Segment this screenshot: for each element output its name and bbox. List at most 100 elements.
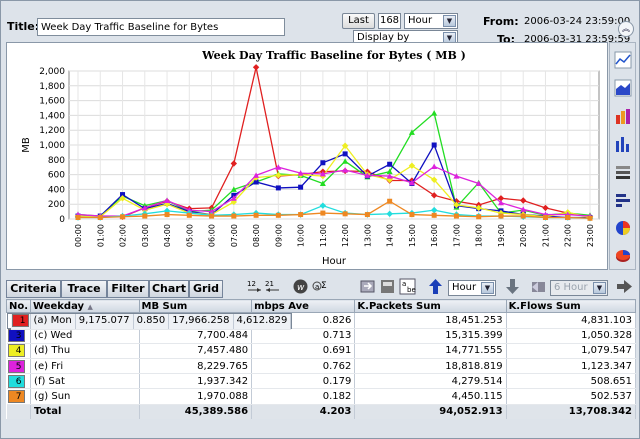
chart-title: Week Day Traffic Baseline for Bytes ( MB… <box>201 49 466 62</box>
refresh-icon[interactable] <box>359 278 376 295</box>
y-tick-label: 1,000 <box>39 141 65 151</box>
table-row[interactable]: 7 (g) Sun 1,970.088 0.182 4,450.115 502.537 <box>6 388 637 405</box>
sort-ascending-icon[interactable]: 12 <box>246 278 263 295</box>
tab-chart[interactable]: Chart <box>149 280 189 298</box>
x-tick-label: 04:00 <box>163 224 172 247</box>
3d-bar-chart-icon[interactable] <box>614 107 632 125</box>
rollup-icon[interactable] <box>530 278 547 295</box>
x-tick-label: 22:00 <box>564 224 573 247</box>
last-button[interactable]: Last <box>342 13 375 29</box>
svg-text:w: w <box>297 283 305 293</box>
weekday-cell: (c) Wed <box>30 328 140 344</box>
mb-sum-cell: 1,970.088 <box>139 388 253 405</box>
weekday-cell: (g) Sun <box>30 388 140 405</box>
x-tick-label: 08:00 <box>252 224 261 247</box>
series-color-swatch: 7 <box>7 390 25 404</box>
row-number-cell: 6 <box>6 373 32 390</box>
interval-select[interactable]: Hour ▼ <box>448 280 496 296</box>
title-label: Title: <box>7 20 40 33</box>
collapse-up-button[interactable]: ︽ <box>618 21 634 37</box>
stacked-chart-icon[interactable] <box>614 163 632 181</box>
weekday-cell: (d) Thu <box>30 343 140 360</box>
area-chart-icon[interactable] <box>614 79 632 97</box>
x-tick-label: 01:00 <box>96 224 105 247</box>
col-header-kflows-sum[interactable]: K.Flows Sum <box>505 299 637 313</box>
pie-chart-icon[interactable] <box>614 219 632 237</box>
traffic-line-chart: Week Day Traffic Baseline for Bytes ( MB… <box>21 49 600 267</box>
line-chart-icon[interactable] <box>614 51 632 69</box>
col-header-kpackets-sum[interactable]: K.Packets Sum <box>354 299 507 313</box>
x-tick-label: 23:00 <box>586 224 595 247</box>
x-tick-label: 00:00 <box>74 224 83 247</box>
x-tick-label: 19:00 <box>497 224 506 247</box>
arrow-right-icon[interactable] <box>616 278 633 295</box>
columns-icon[interactable] <box>379 278 396 295</box>
kpackets-sum-cell: 17,966.258 <box>168 314 234 330</box>
y-tick-label: 2,000 <box>39 67 65 77</box>
table-row[interactable]: 3 (c) Wed 7,700.484 0.713 15,315.399 1,050.32… <box>6 328 637 344</box>
mbps-ave-cell: 0.182 <box>251 388 356 405</box>
sum-icon[interactable]: aΣ <box>312 278 329 295</box>
data-point-gsun <box>587 215 593 221</box>
chevron-down-icon: ▼ <box>593 282 606 294</box>
last-count-input[interactable]: 168 <box>378 13 401 29</box>
col-header-weekday[interactable]: Weekday ▲ <box>30 299 140 313</box>
table-row[interactable]: 5 (e) Fri 8,229.765 0.762 18,818.819 1,123.34… <box>6 358 637 375</box>
data-point-cwed <box>387 161 393 167</box>
col-header-no[interactable]: No. <box>5 299 32 313</box>
sort-descending-icon[interactable]: 21 <box>264 278 281 295</box>
y-tick-label: 1,600 <box>39 97 65 107</box>
unit-select[interactable]: Hour ▼ <box>404 13 458 29</box>
y-tick-label: 600 <box>48 171 65 181</box>
x-tick-label: 02:00 <box>119 224 128 247</box>
rollup-select-value: 6 Hour <box>554 282 588 293</box>
y-tick-label: 400 <box>48 185 65 195</box>
data-point-gsun <box>387 198 393 204</box>
data-point-cwed <box>431 142 437 148</box>
tab-filter[interactable]: Filter <box>107 280 149 298</box>
data-point-gsun <box>120 214 126 220</box>
table-row[interactable]: 4 (d) Thu 7,457.480 0.691 14,771.555 1,079.54… <box>6 343 637 360</box>
svg-text:be: be <box>407 286 416 294</box>
arrow-down-icon[interactable] <box>504 278 521 295</box>
x-tick-label: 07:00 <box>230 224 239 247</box>
label-icon[interactable]: abe <box>399 278 416 295</box>
kpackets-sum-cell: 15,315.399 <box>354 328 507 344</box>
svg-text:a: a <box>315 283 319 291</box>
x-tick-label: 09:00 <box>274 224 283 247</box>
y-tick-label: 0 <box>59 215 65 225</box>
series-color-swatch: 6 <box>7 374 25 388</box>
title-input[interactable] <box>37 18 285 36</box>
table-row[interactable]: 1 (a) Mon 9,175.077 0.850 17,966.258 4,612.82… <box>6 313 293 330</box>
sort-indicator-icon: ▲ <box>87 302 93 311</box>
mb-sum-cell: 7,700.484 <box>139 328 253 344</box>
mbps-ave-cell: 0.179 <box>251 373 356 390</box>
chart-panel: Week Day Traffic Baseline for Bytes ( MB… <box>6 42 608 270</box>
row-number-cell: 1 <box>10 314 31 330</box>
weight-icon[interactable]: w <box>292 278 309 295</box>
kpackets-sum-cell: 4,450.115 <box>354 388 507 405</box>
total-label-cell: Total <box>30 403 140 420</box>
data-point-cwed <box>298 184 304 190</box>
table-row[interactable]: 6 (f) Sat 1,937.342 0.179 4,279.514 508.651 <box>6 373 637 390</box>
weekday-cell: (f) Sat <box>30 373 140 390</box>
svg-text:12: 12 <box>247 280 256 288</box>
col-header-mbps-ave[interactable]: mbps Ave <box>251 299 356 313</box>
kpackets-sum-cell: 18,451.253 <box>354 313 507 329</box>
tab-criteria[interactable]: Criteria <box>6 280 61 298</box>
data-point-gsun <box>520 213 526 219</box>
bar-chart-icon[interactable] <box>614 135 632 153</box>
col-header-mb-sum[interactable]: MB Sum <box>138 299 253 313</box>
mb-sum-cell: 1,937.342 <box>139 373 253 390</box>
total-no-cell <box>6 403 32 420</box>
tab-trace[interactable]: Trace <box>61 280 107 298</box>
mbps-ave-cell: 0.691 <box>251 343 356 360</box>
x-tick-label: 14:00 <box>386 224 395 247</box>
total-mbps-ave-cell: 4.203 <box>251 403 356 420</box>
arrow-up-icon[interactable] <box>427 278 444 295</box>
rollup-select[interactable]: 6 Hour ▼ <box>550 280 608 296</box>
horizontal-bar-icon[interactable] <box>614 191 632 209</box>
data-point-gsun <box>476 214 482 220</box>
3d-pie-chart-icon[interactable] <box>614 247 632 265</box>
tab-grid[interactable]: Grid <box>189 280 223 298</box>
